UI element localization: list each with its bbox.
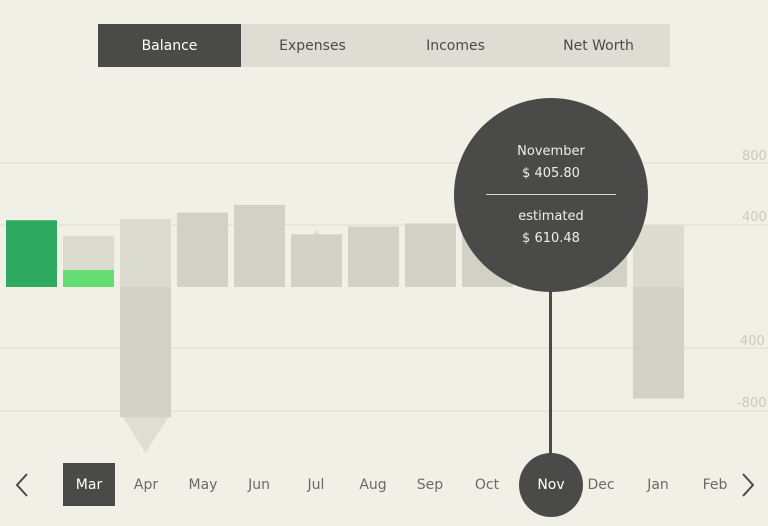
month-nov[interactable]: Nov [519, 453, 583, 517]
tooltip-actual-value: $ 405.80 [522, 166, 580, 181]
balance-bar [177, 212, 228, 287]
balance-bar [63, 269, 114, 287]
balance-bar [6, 220, 57, 287]
month-feb[interactable]: Feb [689, 463, 741, 506]
month-jun[interactable]: Jun [233, 463, 285, 506]
y-tick-label: 800 [742, 149, 767, 164]
month-tooltip: November $ 405.80 estimated $ 610.48 [454, 98, 648, 292]
month-aug[interactable]: Aug [347, 463, 399, 506]
balance-bar [234, 204, 285, 287]
balance-bar [348, 226, 399, 287]
tooltip-estimated-label: estimated [518, 209, 584, 224]
tooltip-pointer [549, 290, 552, 460]
month-selector: Mar Apr May Jun Jul Aug Sep Oct Nov Dec Jan Feb [0, 453, 768, 517]
month-may[interactable]: May [177, 463, 229, 506]
balance-bar [633, 287, 684, 399]
y-tick-label: 400 [740, 334, 765, 349]
month-apr[interactable]: Apr [120, 463, 172, 506]
balance-bar [120, 287, 171, 418]
balance-bar [291, 234, 342, 287]
balance-chart: 800 400 400 -800 [0, 125, 768, 453]
y-tick-label: -800 [737, 396, 767, 411]
month-jul[interactable]: Jul [290, 463, 342, 506]
month-oct[interactable]: Oct [461, 463, 513, 506]
y-tick-label: 400 [742, 210, 767, 225]
month-jan[interactable]: Jan [632, 463, 684, 506]
month-sep[interactable]: Sep [404, 463, 456, 506]
balance-bar-estimate [120, 218, 171, 287]
month-mar[interactable]: Mar [63, 463, 115, 506]
tooltip-month: November [517, 144, 585, 159]
balance-bar [405, 223, 456, 287]
tooltip-estimated-value: $ 610.48 [522, 231, 580, 246]
month-dec[interactable]: Dec [575, 463, 627, 506]
tooltip-divider [486, 194, 616, 195]
